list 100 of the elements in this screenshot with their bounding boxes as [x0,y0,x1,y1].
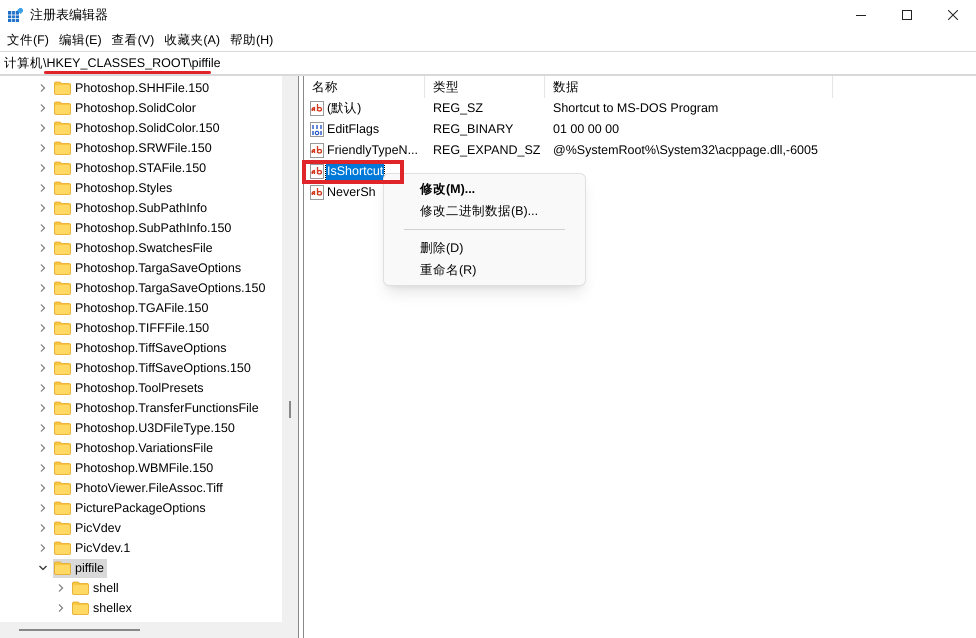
close-icon [948,10,958,20]
value-data: 01 00 00 00 [553,122,620,136]
tree-item[interactable]: PhotoViewer.FileAssoc.Tiff [53,478,226,498]
tree-item[interactable]: Photoshop.TargaSaveOptions.150 [53,278,268,298]
tree-item[interactable]: Photoshop.VariationsFile [53,438,216,458]
context-menu-item[interactable]: 重命名(R) [384,259,585,281]
tree-item[interactable]: Photoshop.Styles [53,178,176,198]
expand-chevron-icon[interactable] [38,363,48,373]
expand-chevron-icon[interactable] [38,163,48,173]
expand-chevron-icon[interactable] [38,83,48,93]
tree-item[interactable]: Photoshop.SolidColor [53,98,199,118]
tree-item[interactable]: Photoshop.WBMFile.150 [53,458,216,478]
menu-item[interactable]: 查看(V) [108,30,158,50]
tree-item[interactable]: shell [71,578,122,598]
expand-chevron-icon[interactable] [38,523,48,533]
tree-item[interactable]: Photoshop.TGAFile.150 [53,298,212,318]
folder-icon [54,101,71,115]
folder-icon [54,481,71,495]
folder-icon [54,521,71,535]
menu-item[interactable]: 编辑(E) [54,30,106,50]
folder-icon [54,241,71,255]
expand-chevron-icon[interactable] [38,483,48,493]
menu-item[interactable]: 收藏夹(A) [160,30,224,50]
folder-icon [54,281,71,295]
folder-icon [72,601,89,615]
tree-item[interactable]: Photoshop.SubPathInfo.150 [53,218,234,238]
expand-chevron-icon[interactable] [38,443,48,453]
tree-item[interactable]: Photoshop.TransferFunctionsFile [53,398,262,418]
scrollbar-thumb[interactable] [289,401,291,418]
column-header[interactable]: 数据 [545,76,833,98]
tree-item[interactable]: piffile [53,558,107,578]
tree-item[interactable]: PicturePackageOptions [53,498,209,518]
expand-chevron-icon[interactable] [38,383,48,393]
value-type: REG_EXPAND_SZ [433,143,540,158]
window-title: 注册表编辑器 [30,6,108,24]
expand-chevron-icon[interactable] [38,243,48,253]
folder-icon [54,81,71,95]
scrollbar-thumb[interactable] [19,629,140,631]
collapse-chevron-icon[interactable] [38,563,48,573]
context-menu-item[interactable]: 删除(D) [384,237,585,259]
expand-chevron-icon[interactable] [38,503,48,513]
tree-item[interactable]: Photoshop.SolidColor.150 [53,118,223,138]
context-menu-item[interactable]: 修改(M)... [384,178,585,200]
tree-item[interactable]: Photoshop.TiffSaveOptions [53,338,230,358]
tree-item[interactable]: Photoshop.STAFile.150 [53,158,210,178]
menu-item[interactable]: 文件(F) [3,30,53,50]
context-menu-item[interactable]: 修改二进制数据(B)... [384,200,585,222]
expand-chevron-icon[interactable] [38,463,48,473]
menu-item[interactable]: 帮助(H) [226,30,278,50]
expand-chevron-icon[interactable] [38,403,48,413]
column-header[interactable]: 类型 [425,76,545,98]
folder-icon [54,441,71,455]
tree-item[interactable]: Photoshop.SwatchesFile [53,238,216,258]
tree-item[interactable]: Photoshop.U3DFileType.150 [53,418,238,438]
expand-chevron-icon[interactable] [56,603,66,613]
value-name[interactable]: FriendlyTypeN... [326,141,420,160]
expand-chevron-icon[interactable] [38,303,48,313]
value-type: REG_BINARY [433,122,514,136]
expand-chevron-icon[interactable] [38,103,48,113]
tree-item[interactable]: PicVdev [53,518,124,538]
value-name[interactable]: NeverSh [326,183,377,202]
expand-chevron-icon[interactable] [38,343,48,353]
expand-chevron-icon[interactable] [38,263,48,273]
folder-icon [54,221,71,235]
folder-icon [54,561,71,575]
folder-icon [54,421,71,435]
string-value-icon [310,101,324,116]
expand-chevron-icon[interactable] [56,583,66,593]
folder-icon [54,341,71,355]
expand-chevron-icon[interactable] [38,283,48,293]
string-value-icon [310,164,324,179]
tree-item[interactable]: Photoshop.SHHFile.150 [53,78,212,98]
folder-icon [54,141,71,155]
registry-app-icon [8,8,23,22]
tree-item[interactable]: Photoshop.ToolPresets [53,378,207,398]
value-name[interactable]: EditFlags [326,120,380,139]
folder-icon [54,261,71,275]
expand-chevron-icon[interactable] [38,183,48,193]
expand-chevron-icon[interactable] [38,543,48,553]
tree-item[interactable]: Photoshop.TiffSaveOptions.150 [53,358,254,378]
value-type: REG_SZ [433,101,484,116]
expand-chevron-icon[interactable] [38,123,48,133]
expand-chevron-icon[interactable] [38,143,48,153]
folder-icon [54,161,71,175]
expand-chevron-icon[interactable] [38,423,48,433]
tree-item[interactable]: Photoshop.TargaSaveOptions [53,258,244,278]
tree-item[interactable]: Photoshop.SRWFile.150 [53,138,215,158]
expand-chevron-icon[interactable] [38,323,48,333]
tree-item[interactable]: Photoshop.SubPathInfo [53,198,210,218]
folder-icon [54,381,71,395]
folder-icon [54,181,71,195]
tree-item[interactable]: PicVdev.1 [53,538,134,558]
maximize-icon [902,10,912,20]
minimize-icon [856,14,866,16]
expand-chevron-icon[interactable] [38,223,48,233]
tree-item[interactable]: Photoshop.TIFFFile.150 [53,318,212,338]
value-name[interactable]: (默认) [326,99,362,118]
tree-item[interactable]: shellex [71,598,135,618]
column-header[interactable]: 名称 [304,76,425,98]
expand-chevron-icon[interactable] [38,203,48,213]
